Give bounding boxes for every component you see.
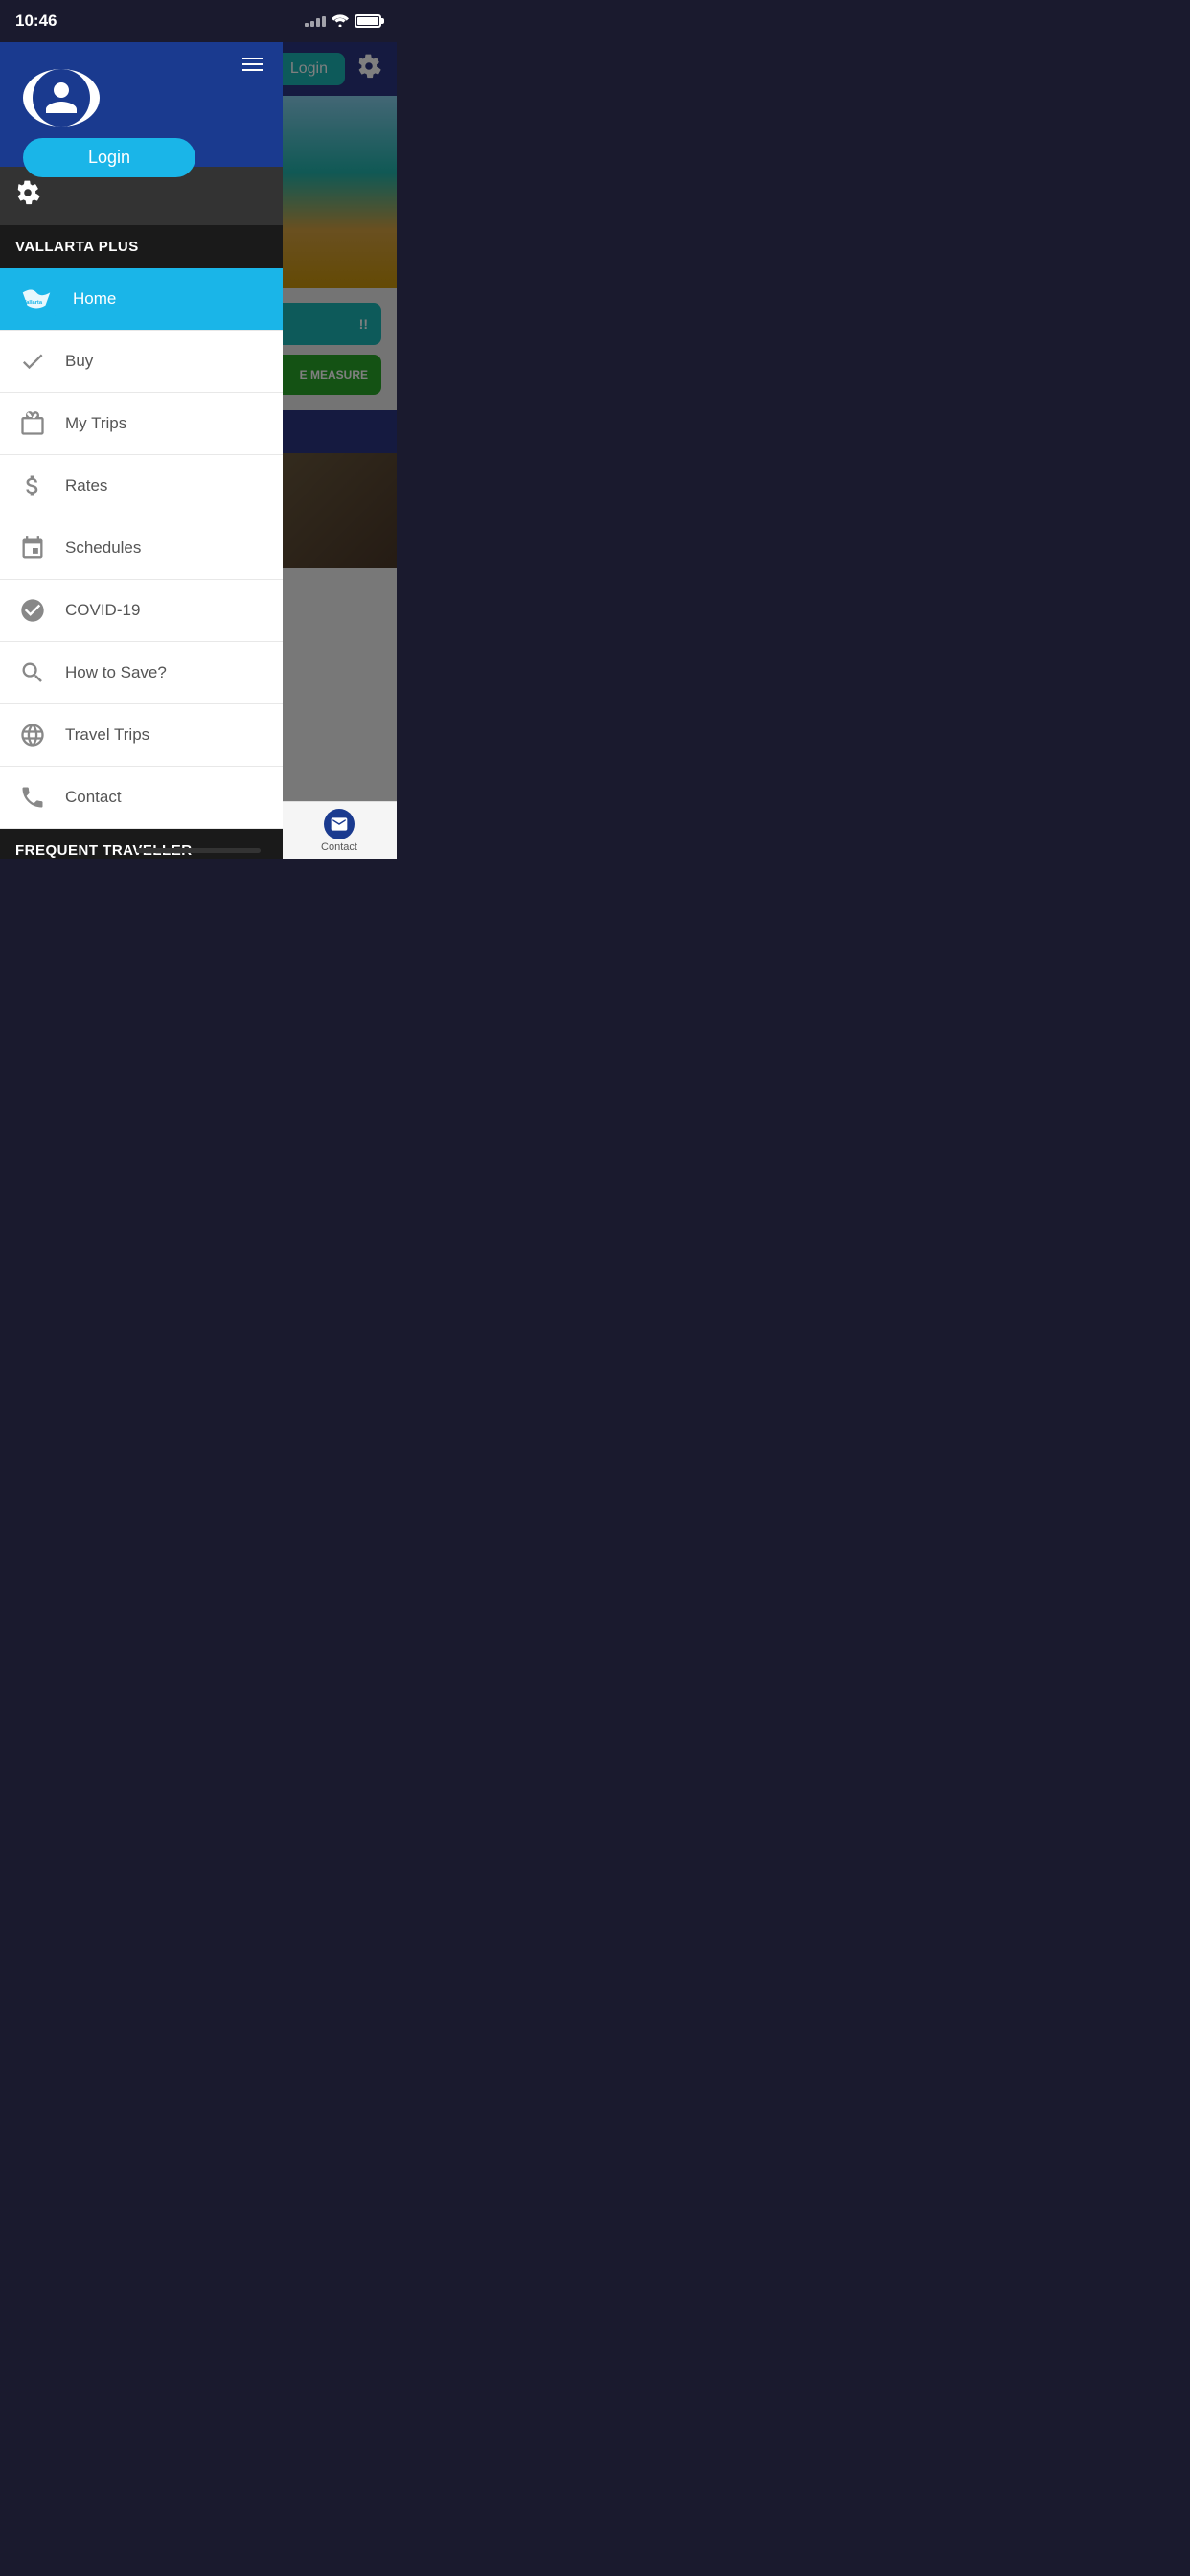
sidebar-item-schedules-label: Schedules: [65, 539, 141, 558]
sidebar-item-rates-label: Rates: [65, 476, 107, 495]
sidebar-item-my-trips[interactable]: My Trips: [0, 393, 283, 455]
sidebar-item-my-trips-label: My Trips: [65, 414, 126, 433]
hamburger-button[interactable]: [239, 54, 267, 75]
contact-icon: [15, 780, 50, 815]
sidebar-login-button[interactable]: Login: [23, 138, 195, 177]
svg-text:Vallarta: Vallarta: [23, 300, 43, 306]
contact-nav-icon[interactable]: [324, 809, 355, 840]
buy-icon: [15, 344, 50, 379]
sidebar-drawer: Login VALLARTA PLUS Vallarta Home: [0, 42, 283, 859]
status-icons: [305, 13, 381, 30]
sidebar-item-contact-label: Contact: [65, 788, 122, 807]
sidebar-item-how-to-save-label: How to Save?: [65, 663, 167, 682]
vallarta-plus-section-header: VALLARTA PLUS: [0, 225, 283, 268]
status-bar: 10:46: [0, 0, 397, 42]
sidebar-item-contact[interactable]: Contact: [0, 767, 283, 829]
rates-icon: [15, 469, 50, 503]
sidebar-item-buy[interactable]: Buy: [0, 331, 283, 393]
sidebar-item-covid19-label: COVID-19: [65, 601, 140, 620]
settings-strip-icon: [15, 180, 40, 212]
status-time: 10:46: [15, 12, 57, 31]
my-trips-icon: [15, 406, 50, 441]
sidebar-item-buy-label: Buy: [65, 352, 93, 371]
vallarta-plus-logo: Vallarta: [15, 282, 57, 316]
travel-trips-icon: [15, 718, 50, 752]
sidebar-item-schedules[interactable]: Schedules: [0, 518, 283, 580]
avatar: [23, 69, 100, 126]
sidebar-item-travel-trips[interactable]: Travel Trips: [0, 704, 283, 767]
sidebar-item-travel-trips-label: Travel Trips: [65, 725, 149, 745]
signal-icon: [305, 16, 326, 27]
covid19-icon: [15, 593, 50, 628]
frequent-traveller-section-header: FREQUENT TRAVELLER: [0, 829, 283, 859]
sidebar-item-home[interactable]: Vallarta Home: [0, 268, 283, 331]
app-container: Login !! E MEASURE NAME: [0, 42, 397, 859]
avatar-icon: [33, 69, 90, 126]
sidebar-item-home-label: Home: [73, 289, 116, 309]
sidebar-item-rates[interactable]: Rates: [0, 455, 283, 518]
battery-icon: [355, 14, 381, 28]
home-indicator: [136, 848, 261, 853]
contact-nav-label: Contact: [321, 841, 357, 853]
sidebar-item-how-to-save[interactable]: How to Save?: [0, 642, 283, 704]
wifi-icon: [332, 13, 349, 30]
schedules-icon: [15, 531, 50, 565]
sidebar-header: Login: [0, 42, 283, 167]
sidebar-item-covid19[interactable]: COVID-19: [0, 580, 283, 642]
how-to-save-icon: [15, 656, 50, 690]
bottom-nav: Contact: [282, 801, 397, 859]
